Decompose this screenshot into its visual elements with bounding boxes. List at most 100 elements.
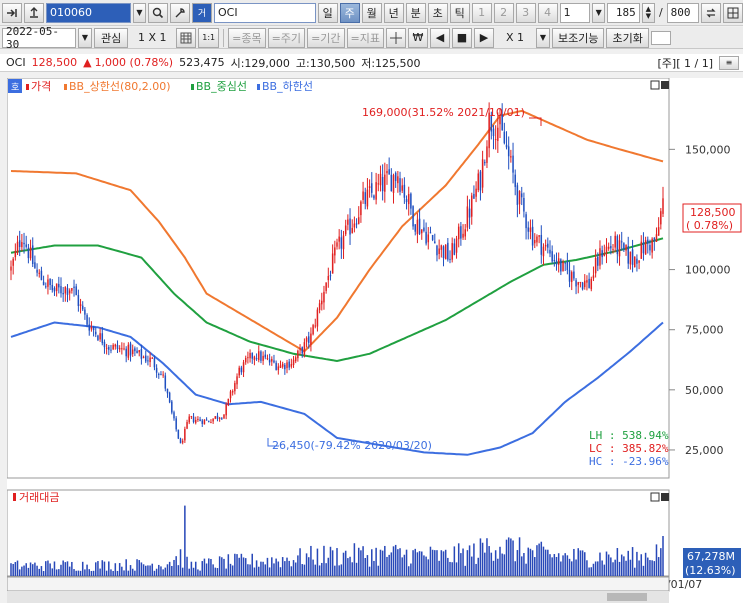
unit-input[interactable]: 1 <box>559 2 591 23</box>
add-range-button[interactable]: =기간 <box>307 27 345 48</box>
scrollbar-thumb[interactable] <box>607 593 647 601</box>
volume-bar <box>171 565 173 576</box>
volume-bar <box>334 565 336 576</box>
candle-body <box>568 269 571 282</box>
candle-body <box>153 358 156 368</box>
volume-bar <box>401 557 403 576</box>
candle-body <box>564 262 566 264</box>
volume-pane-close-icon[interactable] <box>661 493 669 501</box>
volume-bar <box>451 562 453 576</box>
period-tick-button[interactable]: 틱 <box>449 2 470 23</box>
candle-body <box>390 174 393 192</box>
total-count-field[interactable]: 800 <box>666 2 699 23</box>
volume-bar <box>431 549 434 576</box>
candle-body <box>560 259 562 272</box>
ratio-label[interactable]: X 1 <box>496 31 534 44</box>
candle-body <box>542 246 545 257</box>
aux-function-button[interactable]: 보조기능 <box>552 27 605 48</box>
candle-body <box>375 182 377 200</box>
info-open: 시:129,000 <box>230 56 290 70</box>
volume-bar <box>353 543 356 576</box>
candle-body <box>401 185 403 191</box>
code-dropdown-icon[interactable]: ▼ <box>132 2 147 23</box>
info-menu-icon[interactable]: ≡ <box>719 55 739 70</box>
volume-bar <box>277 561 280 576</box>
pane-close-icon[interactable] <box>661 81 669 89</box>
candle-body <box>77 295 80 306</box>
volume-bar <box>307 557 310 576</box>
grid-icon[interactable] <box>723 2 743 23</box>
volume-bar <box>158 564 160 576</box>
num-2-button[interactable]: 2 <box>493 2 514 23</box>
ratio-dropdown-icon[interactable]: ▼ <box>536 27 550 48</box>
count-spinner-icon[interactable]: ▲ ▼ <box>641 2 655 23</box>
num-3-button[interactable]: 3 <box>515 2 536 23</box>
volume-bar <box>327 557 330 576</box>
period-minute-button[interactable]: 분 <box>405 2 426 23</box>
candle-body <box>444 244 447 260</box>
unit-dropdown-icon[interactable]: ▼ <box>592 2 606 23</box>
volume-bar <box>612 562 614 576</box>
candle-body <box>188 416 190 423</box>
date-input[interactable]: 2022-05-30 <box>2 25 76 51</box>
candle-body <box>362 191 364 200</box>
search-icon[interactable] <box>148 2 169 23</box>
volume-bar <box>551 557 553 576</box>
period-day-button[interactable]: 일 <box>317 2 338 23</box>
reset-button[interactable]: 초기화 <box>606 27 649 48</box>
num-1-button[interactable]: 1 <box>471 2 492 23</box>
chart-area[interactable]: 150,000100,00075,00050,00025,000750,000M… <box>6 77 743 603</box>
next-icon[interactable]: ▶ <box>474 27 494 48</box>
crosshair-icon[interactable] <box>386 27 406 48</box>
volume-bar <box>27 567 30 576</box>
candle-body <box>179 438 182 444</box>
period-month-button[interactable]: 월 <box>361 2 382 23</box>
prev-icon[interactable]: ◀ <box>430 27 450 48</box>
candle-body <box>221 418 223 420</box>
volume-bar <box>275 558 277 576</box>
interest-button[interactable]: 관심 <box>94 27 129 48</box>
one-to-one-button[interactable]: 1:1 <box>198 27 220 48</box>
stock-code-input[interactable]: 010060 <box>46 2 131 23</box>
period-week-button[interactable]: 주 <box>339 2 360 23</box>
stock-name-field[interactable]: OCI <box>214 2 316 23</box>
candle-body <box>623 243 625 250</box>
date-dropdown-icon[interactable]: ▼ <box>78 27 92 48</box>
add-item-button[interactable]: =종목 <box>228 27 266 48</box>
candle-body <box>481 159 484 188</box>
chart-canvas[interactable]: 150,000100,00075,00050,00025,000750,000M… <box>6 77 743 603</box>
candle-body <box>371 183 373 193</box>
refresh-icon[interactable] <box>701 2 721 23</box>
volume-bar <box>423 555 425 576</box>
add-period-button[interactable]: =주기 <box>267 27 306 48</box>
volume-bar <box>199 570 201 576</box>
candle-body <box>203 419 206 425</box>
pin-icon[interactable] <box>2 2 22 23</box>
volume-bar <box>118 563 121 576</box>
add-indicator-button[interactable]: =지표 <box>346 27 384 48</box>
horizontal-scrollbar[interactable] <box>7 591 669 603</box>
num-4-button[interactable]: 4 <box>537 2 558 23</box>
volume-bar <box>447 557 449 576</box>
volume-bar <box>242 557 245 576</box>
stop-icon[interactable]: ■ <box>452 27 472 48</box>
display-count-input[interactable]: 185 <box>607 2 640 23</box>
won-icon[interactable]: ₩ <box>408 27 428 48</box>
candle-body <box>53 288 56 292</box>
candle-body <box>18 240 21 247</box>
volume-bar <box>549 554 551 576</box>
tool-icon[interactable] <box>170 2 191 23</box>
volume-bar <box>662 536 664 576</box>
option-checkbox[interactable] <box>650 30 671 45</box>
volume-bar <box>166 564 169 576</box>
volume-bar <box>147 565 149 576</box>
export-icon[interactable] <box>24 2 44 23</box>
candle-body <box>423 227 425 231</box>
period-year-button[interactable]: 년 <box>383 2 404 23</box>
candle-body <box>618 240 621 257</box>
layout-label[interactable]: 1 X 1 <box>130 31 174 44</box>
period-second-button[interactable]: 초 <box>427 2 448 23</box>
table-icon[interactable] <box>176 27 197 48</box>
volume-bar <box>490 552 493 576</box>
candle-body <box>605 246 608 255</box>
